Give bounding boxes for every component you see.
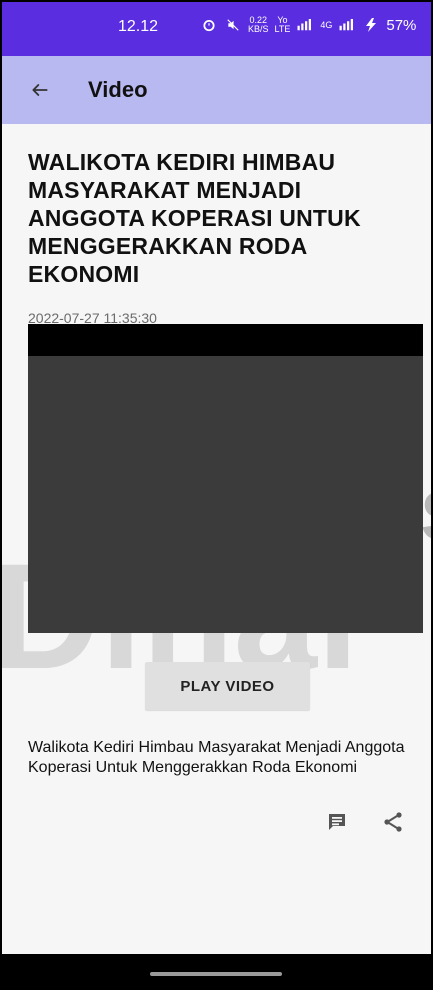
volte-indicator: Yo LTE [275, 16, 291, 34]
article-description: Walikota Kediri Himbau Masyarakat Menjad… [28, 739, 405, 776]
play-video-button[interactable]: PLAY VIDEO [145, 662, 310, 710]
article-content: WALIKOTA KEDIRI HIMBAU MASYARAKAT MENJAD… [28, 148, 418, 326]
video-player[interactable] [28, 324, 423, 633]
article-actions [323, 808, 407, 836]
home-gesture-handle[interactable] [150, 972, 282, 976]
app-bar-title: Video [88, 77, 148, 102]
charging-icon [362, 16, 380, 34]
alarm-icon [200, 16, 218, 34]
back-arrow-icon[interactable] [28, 78, 52, 102]
status-icons: 0.22 KB/S Yo LTE 4G 57% [200, 16, 416, 34]
system-navigation-bar [0, 954, 433, 990]
signal-4g-label: 4G [320, 19, 333, 30]
status-bar: 12.12 0.22 KB/S Yo LTE 4G 57% [0, 0, 433, 56]
share-icon[interactable] [379, 808, 407, 836]
article-title: WALIKOTA KEDIRI HIMBAU MASYARAKAT MENJAD… [28, 149, 361, 287]
volte-bottom: LTE [274, 24, 291, 34]
status-time: 12.12 [118, 18, 159, 35]
signal-4g-icon [296, 16, 314, 34]
mute-icon [224, 16, 242, 34]
battery-percentage: 57% [386, 16, 417, 34]
network-speed: 0.22 KB/S [248, 16, 269, 34]
signal-icon [338, 16, 356, 34]
comment-icon[interactable] [323, 808, 351, 836]
network-speed-unit: KB/S [248, 24, 269, 34]
app-bar: Video [0, 56, 433, 124]
